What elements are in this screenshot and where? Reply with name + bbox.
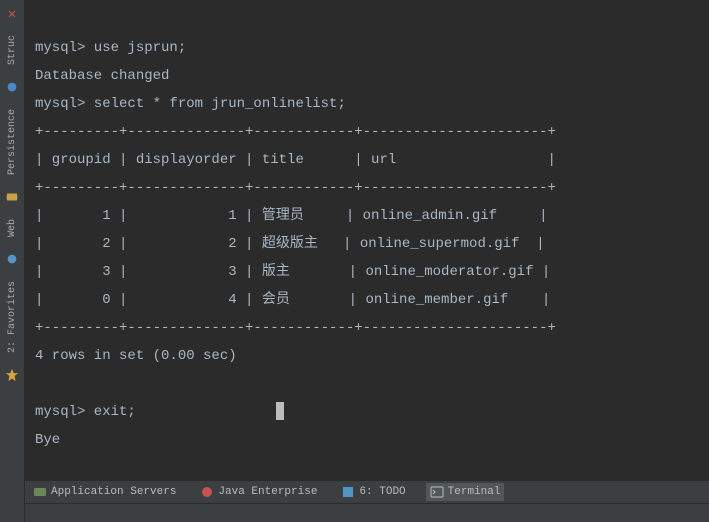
left-tool-rail: ✕ Struc Persistence Web 2: Favorites — [0, 0, 25, 522]
term-line: mysql> exit; — [35, 404, 136, 420]
tab-label: Application Servers — [51, 486, 176, 498]
term-line: 4 rows in set (0.00 sec) — [35, 348, 237, 364]
rail-label: Struc — [7, 35, 18, 65]
term-line: mysql> select * from jrun_onlinelist; — [35, 96, 346, 112]
web-icon[interactable] — [4, 251, 20, 267]
close-icon[interactable]: ✕ — [2, 4, 22, 25]
persistence-icon[interactable] — [4, 189, 20, 205]
star-icon[interactable] — [4, 367, 20, 383]
rail-item-favorites[interactable]: 2: Favorites — [7, 281, 18, 353]
cursor-block — [276, 402, 284, 420]
tab-terminal[interactable]: Terminal — [426, 483, 505, 501]
term-line: +---------+--------------+------------+-… — [35, 124, 556, 140]
term-line: | 2 | 2 | 超级版主 | online_supermod.gif | — [35, 236, 545, 252]
tab-application-servers[interactable]: Application Servers — [29, 483, 180, 501]
structure-icon[interactable] — [4, 79, 20, 95]
term-line: | 3 | 3 | 版主 | online_moderator.gif | — [35, 264, 550, 280]
rail-item-structure[interactable]: Struc — [7, 35, 18, 65]
main-area: mysql> use jsprun; Database changed mysq… — [25, 0, 709, 522]
todo-icon — [341, 485, 355, 499]
rail-label: Persistence — [7, 109, 18, 175]
term-line: | 1 | 1 | 管理员 | online_admin.gif | — [35, 208, 547, 224]
tab-label: Java Enterprise — [218, 486, 317, 498]
term-line: +---------+--------------+------------+-… — [35, 180, 556, 196]
status-bar — [25, 503, 709, 522]
tab-label: Terminal — [448, 486, 501, 498]
terminal-output[interactable]: mysql> use jsprun; Database changed mysq… — [25, 0, 709, 480]
tab-java-enterprise[interactable]: Java Enterprise — [196, 483, 321, 501]
term-line: Database changed — [35, 68, 169, 84]
term-line: mysql> use jsprun; — [35, 40, 186, 56]
server-icon — [33, 485, 47, 499]
rail-item-web[interactable]: Web — [7, 219, 18, 237]
rail-label: Web — [7, 219, 18, 237]
tab-label: 6: TODO — [359, 486, 405, 498]
rail-item-persistence[interactable]: Persistence — [7, 109, 18, 175]
rail-label: 2: Favorites — [7, 281, 18, 353]
bottom-tool-tabs: Application Servers Java Enterprise 6: T… — [25, 480, 709, 503]
term-line: | groupid | displayorder | title | url | — [35, 152, 556, 168]
tab-todo[interactable]: 6: TODO — [337, 483, 409, 501]
term-line: | 0 | 4 | 会员 | online_member.gif | — [35, 292, 550, 308]
term-line: +---------+--------------+------------+-… — [35, 320, 556, 336]
terminal-icon — [430, 485, 444, 499]
term-line: Bye — [35, 432, 60, 448]
java-icon — [200, 485, 214, 499]
